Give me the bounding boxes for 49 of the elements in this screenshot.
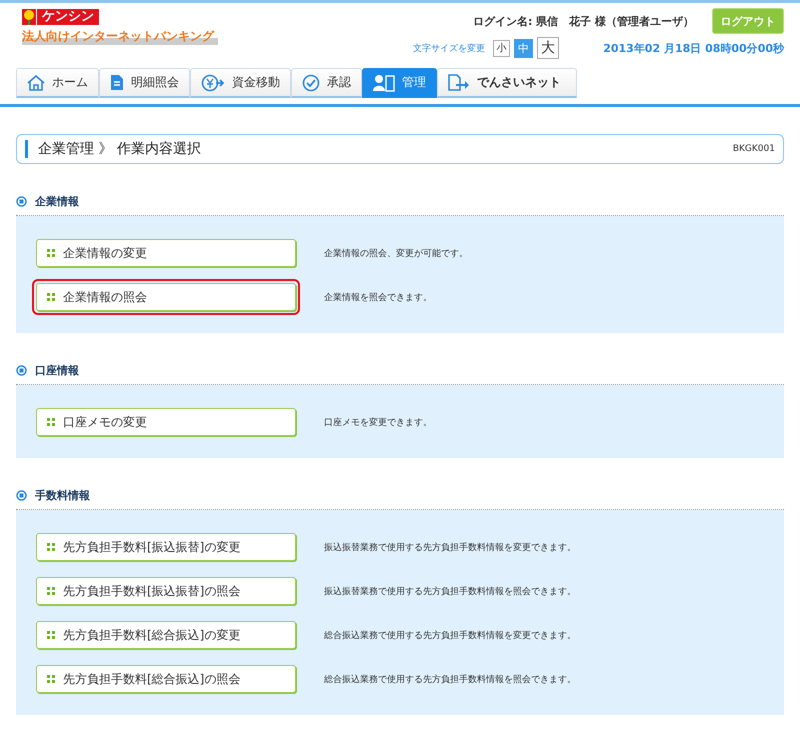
nav-tab[interactable]: 明細照会 bbox=[99, 68, 190, 98]
home-icon bbox=[27, 74, 45, 90]
datetime: 2013年02 月18日 08時00分00秒 bbox=[603, 40, 784, 56]
dots-icon bbox=[47, 631, 55, 639]
section-heading: 手数料情報 bbox=[35, 488, 90, 503]
menu-description: 総合振込業務で使用する先方負担手数料情報を変更できます。 bbox=[324, 630, 576, 642]
dots-icon bbox=[47, 675, 55, 683]
page-title: 企業管理 》 作業内容選択 bbox=[38, 140, 202, 158]
nav-tab[interactable]: 管理 bbox=[362, 68, 437, 98]
menu-button[interactable]: 先方負担手数料[振込振替]の変更 bbox=[36, 533, 296, 561]
bullet-icon bbox=[16, 490, 27, 501]
document-icon bbox=[110, 74, 124, 91]
dots-icon bbox=[47, 249, 55, 257]
section-heading: 口座情報 bbox=[35, 363, 79, 378]
nav-tab[interactable]: 資金移動 bbox=[190, 68, 291, 98]
menu-button[interactable]: 先方負担手数料[総合振込]の照会 bbox=[36, 665, 296, 693]
login-name: ログイン名: 県信 花子 様（管理者ユーザ） bbox=[472, 14, 694, 28]
menu-button[interactable]: 企業情報の照会 bbox=[36, 283, 296, 311]
font-size-button[interactable]: 大 bbox=[537, 37, 560, 59]
document-arrow-icon bbox=[448, 74, 470, 91]
dots-icon bbox=[47, 587, 55, 595]
menu-button[interactable]: 先方負担手数料[総合振込]の変更 bbox=[36, 621, 296, 649]
logo-subtitle: 法人向けインターネットバンキング bbox=[22, 28, 218, 45]
menu-description: 総合振込業務で使用する先方負担手数料情報を照会できます。 bbox=[324, 674, 576, 686]
menu-description: 振込振替業務で使用する先方負担手数料情報を照会できます。 bbox=[324, 586, 576, 598]
dots-icon bbox=[47, 293, 55, 301]
dots-icon bbox=[47, 418, 55, 426]
section-heading: 企業情報 bbox=[35, 194, 79, 209]
sunflower-icon bbox=[22, 9, 36, 25]
user-building-icon bbox=[373, 74, 395, 92]
font-size-label: 文字サイズを変更 bbox=[413, 42, 486, 54]
screen-code: BKGK001 bbox=[732, 144, 775, 154]
menu-button[interactable]: 企業情報の変更 bbox=[36, 239, 296, 267]
dots-icon bbox=[47, 543, 55, 551]
nav-tab[interactable]: 承認 bbox=[291, 68, 362, 98]
bullet-icon bbox=[16, 196, 27, 207]
check-icon bbox=[302, 74, 320, 92]
bullet-icon bbox=[16, 365, 27, 376]
menu-description: 振込振替業務で使用する先方負担手数料情報を変更できます。 bbox=[324, 542, 576, 554]
nav-tab[interactable]: でんさいネット bbox=[437, 68, 577, 98]
transfer-icon bbox=[201, 74, 225, 92]
menu-description: 企業情報を照会できます。 bbox=[324, 292, 432, 304]
font-size-button[interactable]: 小 bbox=[493, 40, 510, 56]
menu-description: 口座メモを変更できます。 bbox=[324, 416, 432, 428]
menu-button[interactable]: 先方負担手数料[振込振替]の照会 bbox=[36, 577, 296, 605]
logo-text: ケンシン bbox=[37, 9, 99, 25]
menu-button[interactable]: 口座メモの変更 bbox=[36, 408, 296, 436]
menu-description: 企業情報の照会、変更が可能です。 bbox=[324, 248, 468, 260]
nav-tab[interactable]: ホーム bbox=[16, 68, 99, 98]
